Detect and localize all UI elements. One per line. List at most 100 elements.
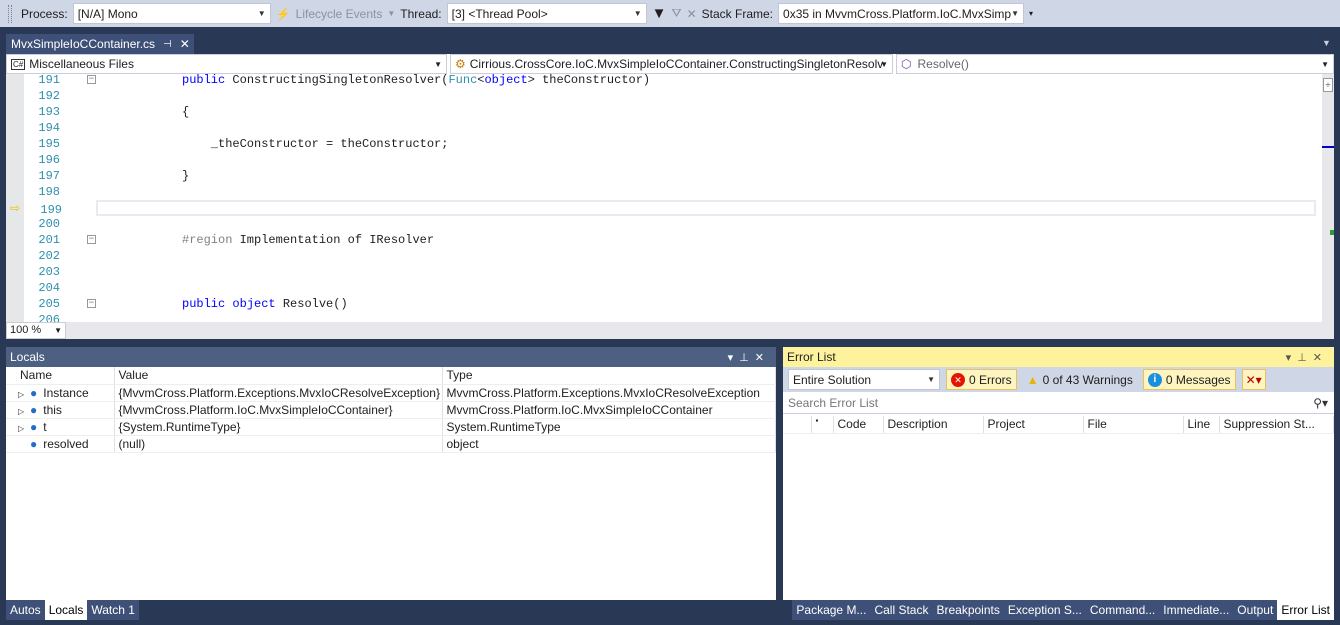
search-icon[interactable]: ⚲▾: [1313, 396, 1328, 410]
code-line[interactable]: 205 − public object Resolve(): [6, 296, 1316, 312]
tab-list-dropdown-icon[interactable]: ▼: [1322, 38, 1331, 48]
code-token: #region: [182, 233, 240, 247]
field-icon: ●: [30, 419, 38, 434]
line-number: 195: [38, 137, 60, 151]
code-line[interactable]: 192: [6, 88, 1316, 104]
collapse-icon[interactable]: −: [87, 299, 96, 308]
member-dropdown[interactable]: ⬡ Resolve() ▼: [896, 54, 1334, 74]
pin-icon[interactable]: ⊣: [163, 39, 172, 50]
close-icon[interactable]: ✕: [1313, 352, 1328, 364]
code-text: {: [182, 104, 189, 120]
expand-icon[interactable]: ▷: [18, 407, 30, 416]
pin-icon[interactable]: ⊥: [739, 352, 755, 364]
code-line[interactable]: 191 − public ConstructingSingletonResolver…: [6, 74, 1316, 88]
column-header-line[interactable]: Line: [1183, 416, 1220, 434]
window-menu-icon[interactable]: ▾: [1286, 352, 1298, 364]
close-icon[interactable]: ✕: [755, 352, 770, 364]
code-editor[interactable]: 191 − public ConstructingSingletonResolver…: [6, 74, 1334, 322]
document-tab[interactable]: MvxSimpleIoCContainer.cs ⊣ ✕: [6, 34, 194, 54]
tab-call-stack[interactable]: Call Stack: [870, 600, 933, 620]
tab-autos[interactable]: Autos: [6, 600, 45, 620]
tab-immediate-[interactable]: Immediate...: [1159, 600, 1234, 620]
line-number: 198: [38, 185, 60, 199]
code-line[interactable]: 203: [6, 264, 1316, 280]
tab-breakpoints[interactable]: Breakpoints: [932, 600, 1004, 620]
filter-icon[interactable]: ▼: [652, 5, 667, 22]
tab-output[interactable]: Output: [1233, 600, 1278, 620]
code-line[interactable]: 202: [6, 248, 1316, 264]
locals-row[interactable]: ▷ ● this {MvvmCross.Platform.IoC.MvxSimpleI…: [6, 401, 776, 419]
errors-filter-button[interactable]: ✕ 0 Errors: [946, 369, 1017, 390]
thread-label: Thread:: [400, 6, 442, 21]
local-value[interactable]: {MvvmCross.Platform.IoC.MvxSimpleIoCCont…: [114, 401, 443, 419]
window-menu-icon[interactable]: ▾: [728, 352, 740, 364]
messages-filter-button[interactable]: i0 Messages: [1142, 369, 1236, 390]
locals-row[interactable]: ● resolved (null) object: [6, 435, 776, 453]
tab-locals[interactable]: Locals: [44, 600, 88, 620]
debug-window-tabs: Autos Locals Watch 1: [6, 600, 139, 620]
search-error-list-input[interactable]: Search Error List ⚲▾: [783, 392, 1334, 414]
column-header-project[interactable]: Project: [983, 416, 1084, 434]
chevron-down-icon: ▼: [257, 9, 266, 18]
code-line[interactable]: 197}: [6, 168, 1316, 184]
column-header-description[interactable]: Description: [883, 416, 984, 434]
output-window-tabs: Package M... Call Stack Breakpoints Excepti…: [792, 600, 1334, 620]
code-line[interactable]: 204: [6, 280, 1316, 296]
local-value[interactable]: (null): [114, 435, 443, 453]
tab-error-list[interactable]: Error List: [1277, 600, 1334, 620]
expand-icon[interactable]: ▷: [18, 390, 30, 399]
column-header-name[interactable]: Name: [6, 367, 115, 385]
scope-dropdown[interactable]: Entire Solution ▼: [788, 369, 940, 390]
local-value[interactable]: {System.RuntimeType}: [114, 418, 443, 436]
locals-row[interactable]: ▷ ● t {System.RuntimeType} System.RuntimeTyp…: [6, 418, 776, 436]
toolbar-grip[interactable]: [8, 4, 12, 23]
csharp-file-icon: C#: [11, 58, 26, 70]
editor-vertical-scrollbar[interactable]: ÷: [1322, 74, 1334, 322]
pin-icon[interactable]: ⊥: [1297, 352, 1313, 364]
code-line[interactable]: 194: [6, 120, 1316, 136]
type-dropdown[interactable]: ⚙ Cirrious.CrossCore.IoC.MvxSimpleIoCCont…: [450, 54, 893, 74]
line-number: 206: [38, 313, 60, 322]
editor-horizontal-scrollbar[interactable]: 100 % ▼: [6, 322, 1334, 339]
toolbar-overflow-icon[interactable]: ▾: [1029, 9, 1033, 18]
tab-exception-s-[interactable]: Exception S...: [1003, 600, 1086, 620]
code-line[interactable]: 195 _theConstructor = theConstructor;: [6, 136, 1316, 152]
flag-threads-icon[interactable]: ⛛: [672, 6, 682, 21]
process-dropdown[interactable]: [N/A] Mono ▼: [72, 3, 271, 24]
code-line[interactable]: 198: [6, 184, 1316, 200]
chevron-down-icon: ▼: [1011, 9, 1020, 18]
tab-command-[interactable]: Command...: [1085, 600, 1160, 620]
locals-row[interactable]: ▷ ● Instance {MvvmCross.Platform.Exceptions…: [6, 384, 776, 402]
info-icon: i: [1147, 372, 1162, 387]
clear-filter-button[interactable]: ✕▾: [1241, 369, 1266, 390]
project-dropdown[interactable]: C# Miscellaneous Files ▼: [6, 54, 447, 74]
code-line[interactable]: 199: [40, 200, 1316, 217]
tab-package-m-[interactable]: Package M...: [792, 600, 871, 620]
line-number: 192: [38, 89, 60, 103]
code-line[interactable]: 206: [6, 312, 1316, 322]
collapse-icon[interactable]: −: [87, 235, 96, 244]
show-threads-icon[interactable]: ✕: [687, 7, 697, 21]
thread-dropdown[interactable]: [3] <Thread Pool> ▼: [446, 3, 647, 24]
zoom-dropdown[interactable]: 100 % ▼: [6, 322, 66, 339]
close-icon[interactable]: ✕: [180, 37, 190, 51]
column-header-value[interactable]: Value: [114, 367, 443, 385]
collapse-icon[interactable]: −: [87, 75, 96, 84]
column-header-code[interactable]: Code: [833, 416, 884, 434]
local-value[interactable]: {MvvmCross.Platform.Exceptions.MvxIoCRes…: [114, 384, 443, 402]
column-header-type[interactable]: Type: [442, 367, 776, 385]
code-line[interactable]: 201 − #region Implementation of IResolver: [6, 232, 1316, 248]
field-icon: ●: [30, 436, 38, 451]
code-line[interactable]: 200: [6, 216, 1316, 232]
lifecycle-events-button[interactable]: Lifecycle Events: [296, 7, 383, 21]
stack-frame-dropdown[interactable]: 0x35 in MvvmCross.Platform.IoC.MvxSimp ▼: [778, 3, 1025, 24]
line-number: 202: [38, 249, 60, 263]
expand-icon[interactable]: ▷: [18, 424, 30, 433]
tab-watch-1[interactable]: Watch 1: [87, 600, 139, 620]
warnings-filter-button[interactable]: ▲ 0 of 43 Warnings: [1023, 369, 1137, 390]
sort-icon[interactable]: ▪: [811, 416, 834, 434]
column-header-suppression-state[interactable]: Suppression St...: [1219, 416, 1334, 434]
code-line[interactable]: 193 {: [6, 104, 1316, 120]
column-header-file[interactable]: File: [1083, 416, 1184, 434]
code-line[interactable]: 196: [6, 152, 1316, 168]
